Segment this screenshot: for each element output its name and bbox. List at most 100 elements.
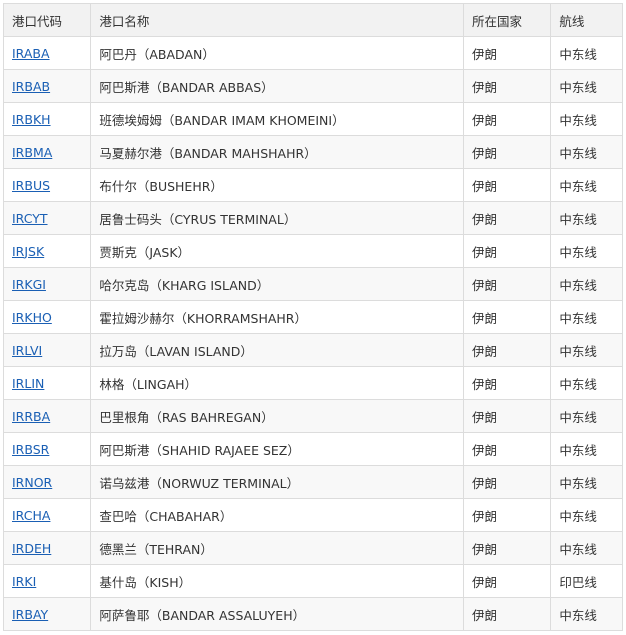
port-code-link[interactable]: IRCYT bbox=[12, 211, 48, 226]
table-row: IRRBA 巴里根角（RAS BAHREGAN） 伊朗 中东线 bbox=[2, 399, 623, 433]
country-cell: 伊朗 bbox=[463, 333, 552, 367]
port-code-cell: IRJSK bbox=[2, 234, 92, 268]
table-row: IRLIN 林格（LINGAH） 伊朗 中东线 bbox=[2, 366, 623, 400]
country-cell: 伊朗 bbox=[463, 564, 552, 598]
port-code-cell: IRKGI bbox=[2, 267, 92, 301]
table-row: IRLVI 拉万岛（LAVAN ISLAND） 伊朗 中东线 bbox=[2, 333, 623, 367]
route-cell: 中东线 bbox=[550, 135, 623, 169]
port-code-link[interactable]: IRNOR bbox=[12, 475, 52, 490]
port-code-cell: IRBSR bbox=[2, 432, 92, 466]
country-cell: 伊朗 bbox=[463, 168, 552, 202]
table-row: IRBAB 阿巴斯港（BANDAR ABBAS） 伊朗 中东线 bbox=[2, 69, 623, 103]
port-code-cell: IRBKH bbox=[2, 102, 92, 136]
route-cell: 中东线 bbox=[550, 432, 623, 466]
port-name-cell: 拉万岛（LAVAN ISLAND） bbox=[90, 333, 465, 367]
table-row: IRCHA 查巴哈（CHABAHAR） 伊朗 中东线 bbox=[2, 498, 623, 532]
country-cell: 伊朗 bbox=[463, 300, 552, 334]
port-code-link[interactable]: IRKGI bbox=[12, 277, 46, 292]
port-name-cell: 班德埃姆姆（BANDAR IMAM KHOMEINI） bbox=[90, 102, 465, 136]
port-name-cell: 巴里根角（RAS BAHREGAN） bbox=[90, 399, 465, 433]
port-code-cell: IRBUS bbox=[2, 168, 92, 202]
country-cell: 伊朗 bbox=[463, 135, 552, 169]
port-code-link[interactable]: IRLVI bbox=[12, 343, 42, 358]
port-code-link[interactable]: IRABA bbox=[12, 46, 50, 61]
port-code-cell: IRBMA bbox=[2, 135, 92, 169]
port-name-cell: 马夏赫尔港（BANDAR MAHSHAHR） bbox=[90, 135, 465, 169]
port-code-cell: IRBAY bbox=[2, 597, 92, 631]
port-name-cell: 哈尔克岛（KHARG ISLAND） bbox=[90, 267, 465, 301]
country-cell: 伊朗 bbox=[463, 432, 552, 466]
table-row: IRKGI 哈尔克岛（KHARG ISLAND） 伊朗 中东线 bbox=[2, 267, 623, 301]
port-name-cell: 霍拉姆沙赫尔（KHORRAMSHAHR） bbox=[90, 300, 465, 334]
route-cell: 中东线 bbox=[550, 465, 623, 499]
route-cell: 中东线 bbox=[550, 69, 623, 103]
table-row: IRABA 阿巴丹（ABADAN） 伊朗 中东线 bbox=[2, 36, 623, 70]
country-cell: 伊朗 bbox=[463, 201, 552, 235]
country-cell: 伊朗 bbox=[463, 69, 552, 103]
country-cell: 伊朗 bbox=[463, 36, 552, 70]
port-name-cell: 布什尔（BUSHEHR） bbox=[90, 168, 465, 202]
port-code-link[interactable]: IRBAY bbox=[12, 607, 48, 622]
table-header-row: 港口代码 港口名称 所在国家 航线 bbox=[2, 3, 623, 37]
table-row: IRCYT 居鲁士码头（CYRUS TERMINAL） 伊朗 中东线 bbox=[2, 201, 623, 235]
port-code-link[interactable]: IRBAB bbox=[12, 79, 50, 94]
port-name-cell: 阿萨鲁耶（BANDAR ASSALUYEH） bbox=[90, 597, 465, 631]
port-name-cell: 德黑兰（TEHRAN） bbox=[90, 531, 465, 565]
country-cell: 伊朗 bbox=[463, 465, 552, 499]
route-cell: 印巴线 bbox=[550, 564, 623, 598]
port-name-cell: 基什岛（KISH） bbox=[90, 564, 465, 598]
port-code-link[interactable]: IRCHA bbox=[12, 508, 50, 523]
country-cell: 伊朗 bbox=[463, 102, 552, 136]
route-cell: 中东线 bbox=[550, 366, 623, 400]
country-cell: 伊朗 bbox=[463, 498, 552, 532]
port-code-cell: IRABA bbox=[2, 36, 92, 70]
port-code-cell: IRKHO bbox=[2, 300, 92, 334]
route-cell: 中东线 bbox=[550, 300, 623, 334]
table-row: IRNOR 诺乌兹港（NORWUZ TERMINAL） 伊朗 中东线 bbox=[2, 465, 623, 499]
route-cell: 中东线 bbox=[550, 168, 623, 202]
table-row: IRKI 基什岛（KISH） 伊朗 印巴线 bbox=[2, 564, 623, 598]
route-cell: 中东线 bbox=[550, 597, 623, 631]
table-row: IRBKH 班德埃姆姆（BANDAR IMAM KHOMEINI） 伊朗 中东线 bbox=[2, 102, 623, 136]
table-row: IRKHO 霍拉姆沙赫尔（KHORRAMSHAHR） 伊朗 中东线 bbox=[2, 300, 623, 334]
table-row: IRBAY 阿萨鲁耶（BANDAR ASSALUYEH） 伊朗 中东线 bbox=[2, 597, 623, 631]
table-body: IRABA 阿巴丹（ABADAN） 伊朗 中东线 IRBAB 阿巴斯港（BANDAR AB… bbox=[2, 36, 623, 631]
header-port-code: 港口代码 bbox=[2, 3, 92, 37]
port-code-link[interactable]: IRBKH bbox=[12, 112, 51, 127]
route-cell: 中东线 bbox=[550, 399, 623, 433]
country-cell: 伊朗 bbox=[463, 366, 552, 400]
port-code-cell: IRBAB bbox=[2, 69, 92, 103]
port-code-cell: IRDEH bbox=[2, 531, 92, 565]
port-name-cell: 阿巴丹（ABADAN） bbox=[90, 36, 465, 70]
port-name-cell: 阿巴斯港（BANDAR ABBAS） bbox=[90, 69, 465, 103]
route-cell: 中东线 bbox=[550, 102, 623, 136]
route-cell: 中东线 bbox=[550, 498, 623, 532]
route-cell: 中东线 bbox=[550, 267, 623, 301]
port-code-cell: IRKI bbox=[2, 564, 92, 598]
table-row: IRJSK 贾斯克（JASK） 伊朗 中东线 bbox=[2, 234, 623, 268]
port-code-link[interactable]: IRBUS bbox=[12, 178, 50, 193]
table-row: IRBUS 布什尔（BUSHEHR） 伊朗 中东线 bbox=[2, 168, 623, 202]
header-route: 航线 bbox=[550, 3, 623, 37]
port-name-cell: 居鲁士码头（CYRUS TERMINAL） bbox=[90, 201, 465, 235]
country-cell: 伊朗 bbox=[463, 234, 552, 268]
port-code-cell: IRLVI bbox=[2, 333, 92, 367]
port-code-link[interactable]: IRKHO bbox=[12, 310, 52, 325]
port-code-link[interactable]: IRDEH bbox=[12, 541, 51, 556]
port-code-cell: IRCYT bbox=[2, 201, 92, 235]
route-cell: 中东线 bbox=[550, 333, 623, 367]
port-name-cell: 查巴哈（CHABAHAR） bbox=[90, 498, 465, 532]
port-code-link[interactable]: IRBSR bbox=[12, 442, 49, 457]
port-code-link[interactable]: IRRBA bbox=[12, 409, 50, 424]
port-code-cell: IRLIN bbox=[2, 366, 92, 400]
header-country: 所在国家 bbox=[463, 3, 552, 37]
port-code-link[interactable]: IRBMA bbox=[12, 145, 52, 160]
port-name-cell: 阿巴斯港（SHAHID RAJAEE SEZ） bbox=[90, 432, 465, 466]
port-code-cell: IRNOR bbox=[2, 465, 92, 499]
route-cell: 中东线 bbox=[550, 531, 623, 565]
port-code-cell: IRRBA bbox=[2, 399, 92, 433]
port-name-cell: 贾斯克（JASK） bbox=[90, 234, 465, 268]
port-code-link[interactable]: IRLIN bbox=[12, 376, 44, 391]
port-code-link[interactable]: IRKI bbox=[12, 574, 36, 589]
port-code-link[interactable]: IRJSK bbox=[12, 244, 44, 259]
